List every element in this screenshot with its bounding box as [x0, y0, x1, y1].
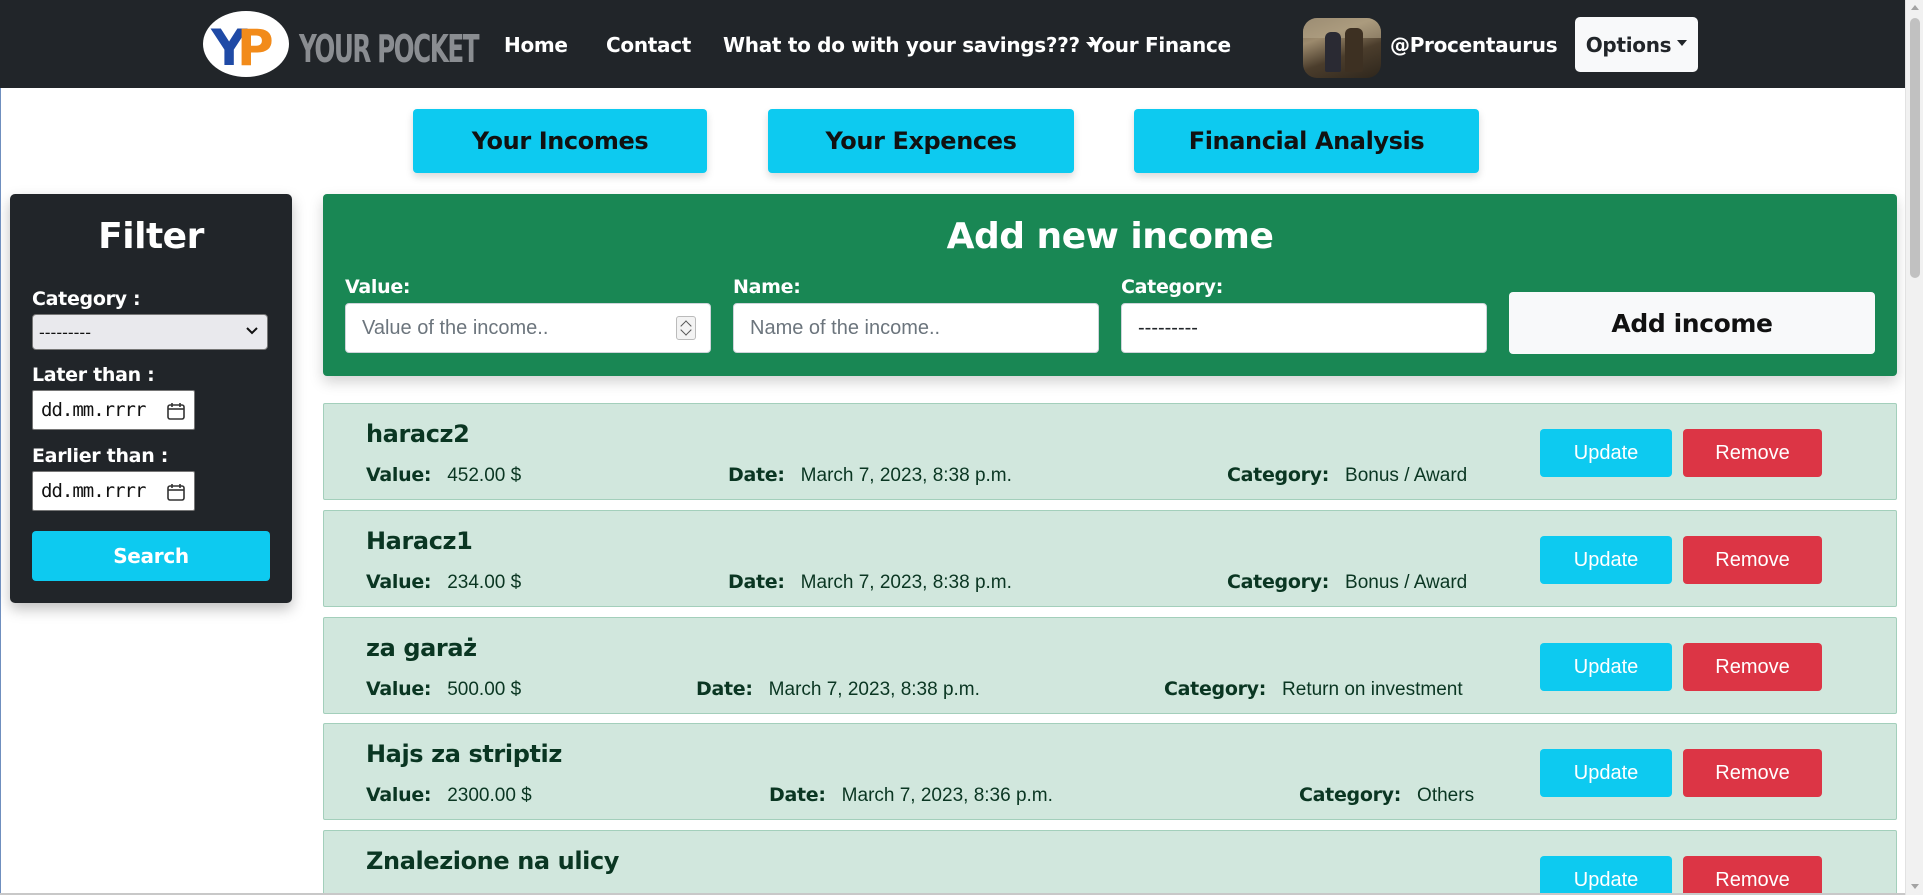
filter-panel: Filter Category : --------- Later than :…	[10, 194, 292, 603]
income-category: Category: Return on investment	[1164, 678, 1463, 700]
income-row: za garaż Value: 500.00 $ Date: March 7, 20…	[323, 617, 1897, 714]
your-incomes-button[interactable]: Your Incomes	[413, 109, 707, 173]
filter-category-select[interactable]: ---------	[32, 314, 268, 350]
avatar[interactable]	[1303, 18, 1381, 78]
income-row: Haracz1 Value: 234.00 $ Date: March 7, 202…	[323, 510, 1897, 607]
income-value: Value: 452.00 $	[366, 464, 522, 486]
income-name: Haracz1	[366, 527, 473, 555]
filter-title: Filter	[98, 216, 204, 257]
nav-link-finance[interactable]: Your Finance	[1089, 33, 1231, 57]
filter-category-value: ---------	[39, 322, 91, 342]
number-spinner-icon[interactable]	[676, 316, 696, 340]
category-label: Category:	[1121, 276, 1224, 298]
brand-logo[interactable]: YP YOUR POCKET	[203, 11, 480, 79]
username[interactable]: @Procentaurus	[1390, 33, 1558, 57]
income-name: za garaż	[366, 634, 477, 662]
income-row: Znalezione na ulicy Update Remove	[323, 830, 1897, 895]
filter-later-date-input[interactable]: dd.mm.rrrr	[32, 390, 195, 430]
income-category: Category: Bonus / Award	[1227, 571, 1468, 593]
nav-dropdown-savings[interactable]: What to do with your savings???	[723, 33, 1096, 57]
value-input[interactable]: Value of the income..	[345, 303, 711, 353]
update-button[interactable]: Update	[1540, 536, 1672, 584]
logo-text: YOUR POCKET	[299, 27, 480, 71]
window-edge	[0, 88, 1, 895]
income-value: Value: 500.00 $	[366, 678, 522, 700]
scroll-up-arrow-icon[interactable]	[1911, 5, 1919, 10]
income-category: Category: Others	[1299, 784, 1475, 806]
options-label: Options	[1585, 32, 1672, 57]
income-name: haracz2	[366, 420, 470, 448]
add-income-button[interactable]: Add income	[1509, 292, 1875, 354]
caret-down-icon	[1677, 39, 1688, 46]
scrollbar-thumb[interactable]	[1910, 18, 1920, 278]
filter-later-label: Later than :	[32, 364, 155, 386]
update-button[interactable]: Update	[1540, 429, 1672, 477]
filter-earlier-value: dd.mm.rrrr	[41, 480, 146, 502]
financial-analysis-button[interactable]: Financial Analysis	[1134, 109, 1479, 173]
scroll-down-arrow-icon[interactable]	[1911, 884, 1919, 889]
add-income-form: Add new income Value: Value of the incom…	[323, 194, 1897, 376]
income-row: Hajs za striptiz Value: 2300.00 $ Date: Ma…	[323, 723, 1897, 820]
income-category: Category: Bonus / Award	[1227, 464, 1468, 486]
income-name: Hajs za striptiz	[366, 740, 562, 768]
add-income-title: Add new income	[946, 216, 1274, 257]
navbar: YP YOUR POCKET Home Contact What to do w…	[0, 0, 1905, 88]
category-value: ---------	[1138, 316, 1198, 339]
remove-button[interactable]: Remove	[1683, 536, 1822, 584]
filter-earlier-date-input[interactable]: dd.mm.rrrr	[32, 471, 195, 511]
remove-button[interactable]: Remove	[1683, 749, 1822, 797]
name-placeholder: Name of the income..	[750, 316, 941, 339]
filter-earlier-label: Earlier than :	[32, 445, 169, 467]
options-dropdown-button[interactable]: Options	[1575, 17, 1698, 72]
income-date: Date: March 7, 2023, 8:36 p.m.	[769, 784, 1053, 806]
calendar-icon[interactable]	[166, 482, 186, 502]
remove-button[interactable]: Remove	[1683, 643, 1822, 691]
logo-icon: YP	[203, 11, 289, 77]
page: YP YOUR POCKET Home Contact What to do w…	[0, 0, 1923, 895]
update-button[interactable]: Update	[1540, 643, 1672, 691]
remove-button[interactable]: Remove	[1683, 856, 1822, 895]
vertical-scrollbar[interactable]	[1905, 0, 1923, 895]
category-select[interactable]: ---------	[1121, 303, 1487, 353]
income-date: Date: March 7, 2023, 8:38 p.m.	[696, 678, 980, 700]
filter-category-label: Category :	[32, 288, 141, 310]
name-label: Name:	[733, 276, 801, 298]
calendar-icon[interactable]	[166, 401, 186, 421]
remove-button[interactable]: Remove	[1683, 429, 1822, 477]
nav-link-home[interactable]: Home	[504, 33, 568, 57]
update-button[interactable]: Update	[1540, 856, 1672, 895]
nav-savings-label: What to do with your savings???	[723, 33, 1080, 57]
income-name: Znalezione na ulicy	[366, 847, 620, 875]
value-placeholder: Value of the income..	[362, 316, 549, 339]
your-expences-button[interactable]: Your Expences	[768, 109, 1074, 173]
nav-link-contact[interactable]: Contact	[606, 33, 691, 57]
chevron-down-icon	[246, 327, 258, 335]
value-label: Value:	[345, 276, 411, 298]
income-date: Date: March 7, 2023, 8:38 p.m.	[728, 464, 1012, 486]
income-row: haracz2 Value: 452.00 $ Date: March 7, 202…	[323, 403, 1897, 500]
filter-search-button[interactable]: Search	[32, 531, 270, 581]
income-date: Date: March 7, 2023, 8:38 p.m.	[728, 571, 1012, 593]
income-value: Value: 2300.00 $	[366, 784, 532, 806]
income-value: Value: 234.00 $	[366, 571, 522, 593]
name-input[interactable]: Name of the income..	[733, 303, 1099, 353]
filter-later-value: dd.mm.rrrr	[41, 399, 146, 421]
update-button[interactable]: Update	[1540, 749, 1672, 797]
